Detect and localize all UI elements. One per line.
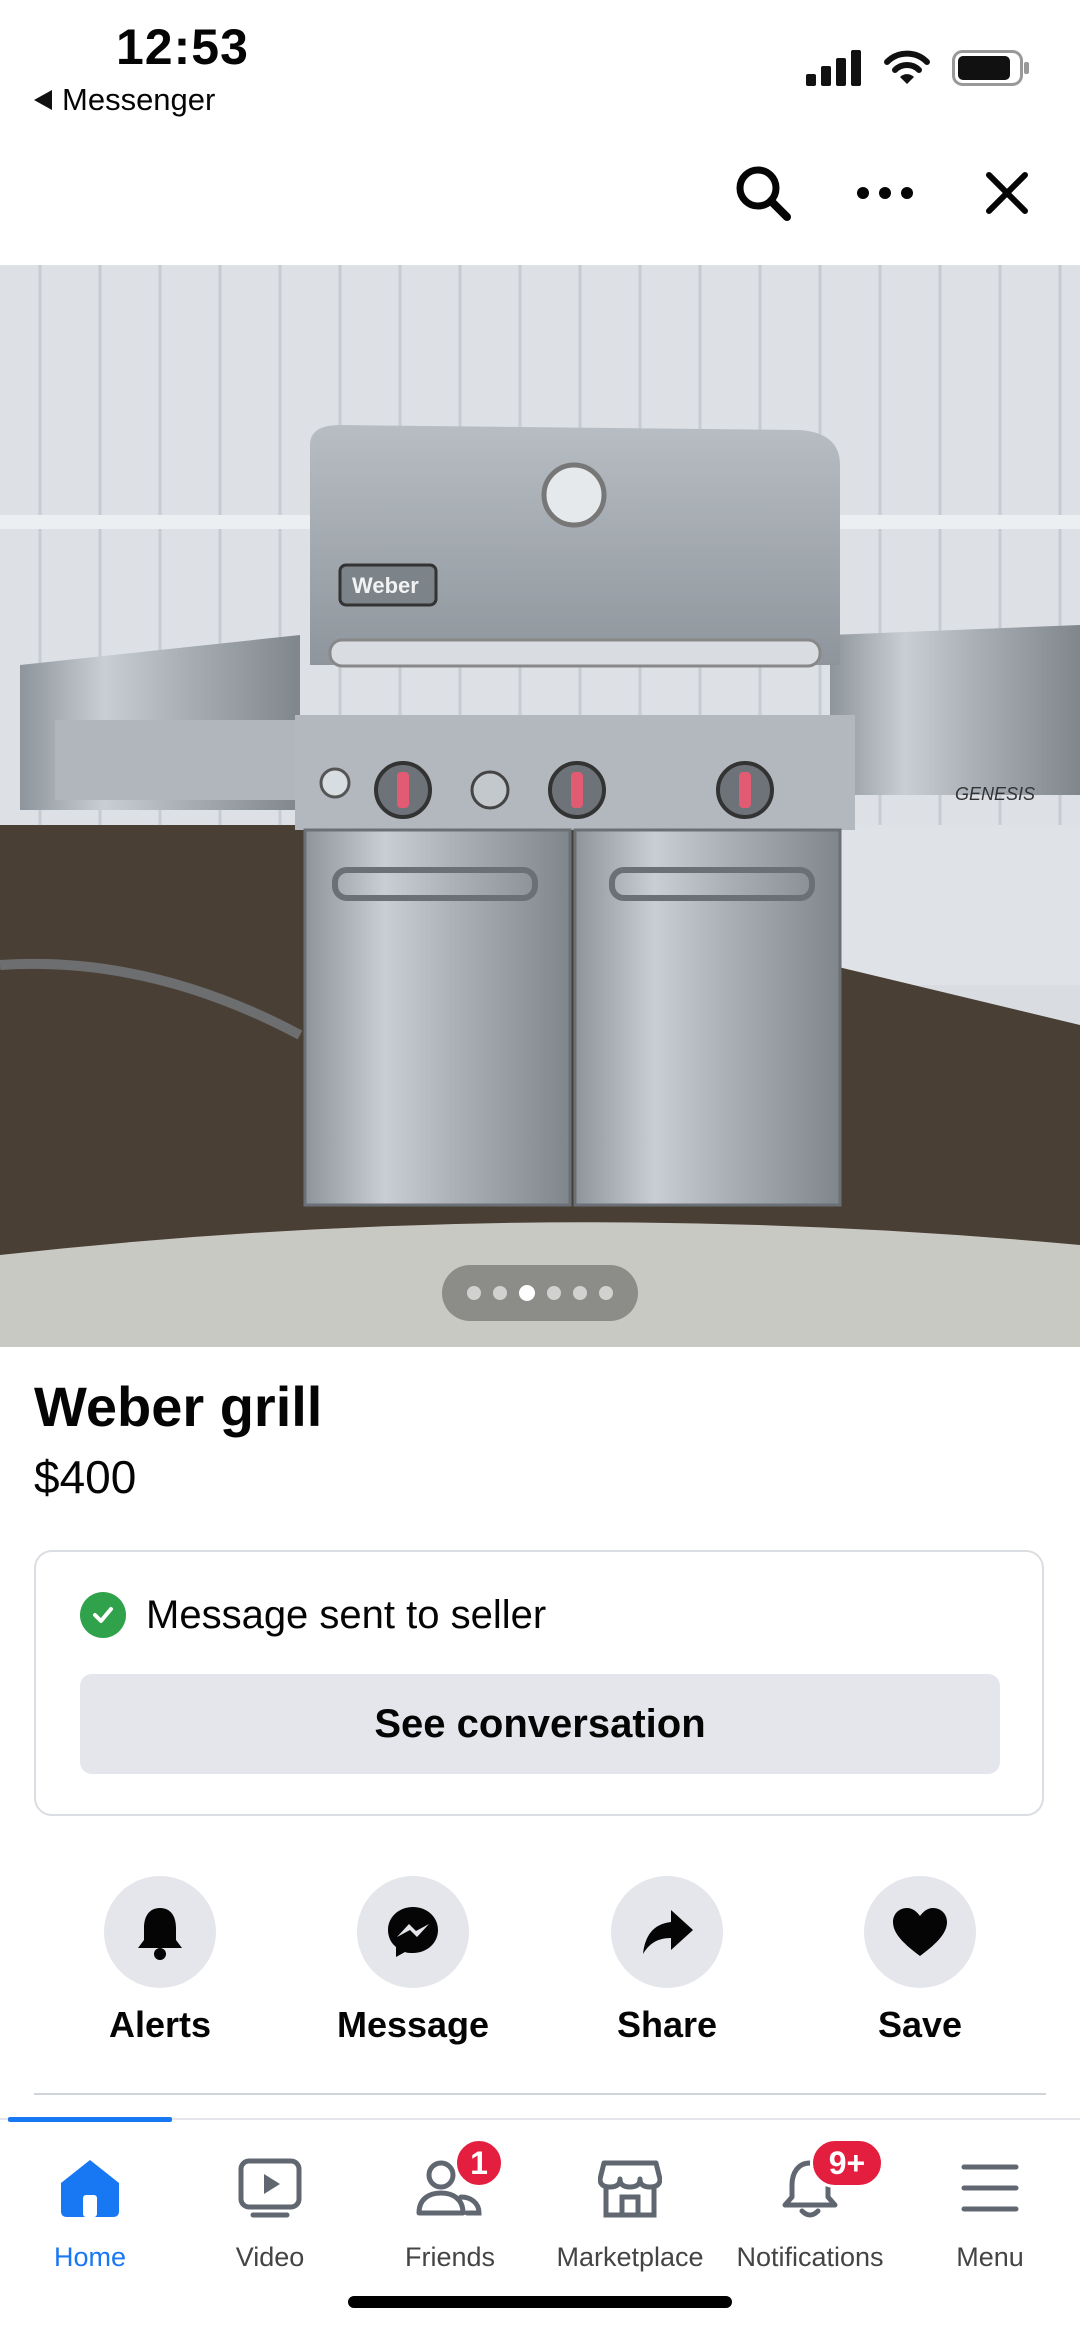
- back-arrow-icon: [34, 90, 52, 110]
- see-conversation-button[interactable]: See conversation: [80, 1674, 1000, 1774]
- share-button[interactable]: Share: [557, 1876, 777, 2046]
- page-dot: [599, 1286, 613, 1300]
- listing-title: Weber grill: [34, 1375, 323, 1438]
- friends-badge: 1: [454, 2138, 504, 2188]
- active-tab-indicator: [8, 2117, 172, 2122]
- share-icon: [643, 1910, 693, 1954]
- nav-home-label: Home: [53, 2242, 127, 2272]
- message-sent-status: Message sent to seller: [146, 1592, 547, 1637]
- status-icons: [806, 50, 1030, 86]
- marketplace-icon: [598, 2160, 662, 2218]
- status-time: 12:53: [116, 19, 249, 75]
- page-dot-active: [519, 1285, 535, 1301]
- listing-photo[interactable]: GENESIS Weber: [0, 265, 1080, 1347]
- wifi-icon: [884, 50, 930, 84]
- check-circle-icon: [80, 1592, 126, 1638]
- page-dot: [467, 1286, 481, 1300]
- grill-photo: GENESIS Weber: [0, 265, 1080, 1347]
- alerts-button[interactable]: Alerts: [50, 1876, 270, 2046]
- photo-pagination: [442, 1265, 638, 1321]
- heart-icon: [893, 1908, 947, 1956]
- svg-text:Weber: Weber: [352, 573, 419, 598]
- nav-menu-label: Menu: [956, 2242, 1024, 2272]
- bottom-nav: Home Video 1 Friends Marketplace 9+ Noti…: [0, 2130, 1080, 2280]
- listing-price: $400: [34, 1451, 137, 1503]
- page-dot: [573, 1286, 587, 1300]
- alerts-label: Alerts: [108, 2004, 212, 2045]
- nav-home[interactable]: Home: [0, 2130, 180, 2273]
- nav-video-label: Video: [235, 2242, 305, 2272]
- back-app-label: Messenger: [62, 82, 216, 117]
- home-indicator: [348, 2296, 732, 2308]
- signal-icon: [806, 50, 861, 86]
- messenger-icon: [388, 1907, 438, 1957]
- page-dot: [547, 1286, 561, 1300]
- nav-menu[interactable]: Menu: [900, 2130, 1080, 2273]
- svg-text:GENESIS: GENESIS: [955, 784, 1035, 804]
- back-to-messenger[interactable]: Messenger: [34, 82, 215, 118]
- share-label: Share: [616, 2004, 718, 2045]
- message-label: Message: [336, 2004, 490, 2045]
- more-icon: [857, 187, 913, 199]
- message-button[interactable]: Message: [303, 1876, 523, 2046]
- close-icon: [986, 172, 1028, 214]
- menu-icon: [961, 2164, 1019, 2212]
- listing-actions: Alerts Message Share Save: [0, 1876, 1080, 2066]
- battery-icon: [952, 50, 1029, 86]
- nav-notifications-label: Notifications: [736, 2242, 884, 2272]
- section-divider: [34, 2093, 1046, 2095]
- search-icon: [736, 166, 791, 221]
- video-icon: [238, 2158, 302, 2218]
- top-toolbar: [720, 158, 1050, 228]
- nav-friends[interactable]: 1 Friends: [360, 2130, 540, 2273]
- save-label: Save: [877, 2004, 963, 2045]
- nav-video[interactable]: Video: [180, 2130, 360, 2273]
- nav-notifications[interactable]: 9+ Notifications: [720, 2130, 900, 2273]
- notifications-badge: 9+: [810, 2138, 884, 2188]
- nav-friends-label: Friends: [404, 2242, 496, 2272]
- search-button[interactable]: [720, 158, 806, 228]
- page-dot: [493, 1286, 507, 1300]
- save-button[interactable]: Save: [810, 1876, 1030, 2046]
- more-options-button[interactable]: [842, 158, 928, 228]
- close-button[interactable]: [964, 158, 1050, 228]
- home-icon: [61, 2160, 119, 2217]
- nav-marketplace[interactable]: Marketplace: [540, 2130, 720, 2273]
- message-sent-card: Message sent to seller See conversation: [34, 1550, 1044, 1816]
- bell-icon: [138, 1908, 182, 1960]
- nav-marketplace-label: Marketplace: [556, 2242, 704, 2272]
